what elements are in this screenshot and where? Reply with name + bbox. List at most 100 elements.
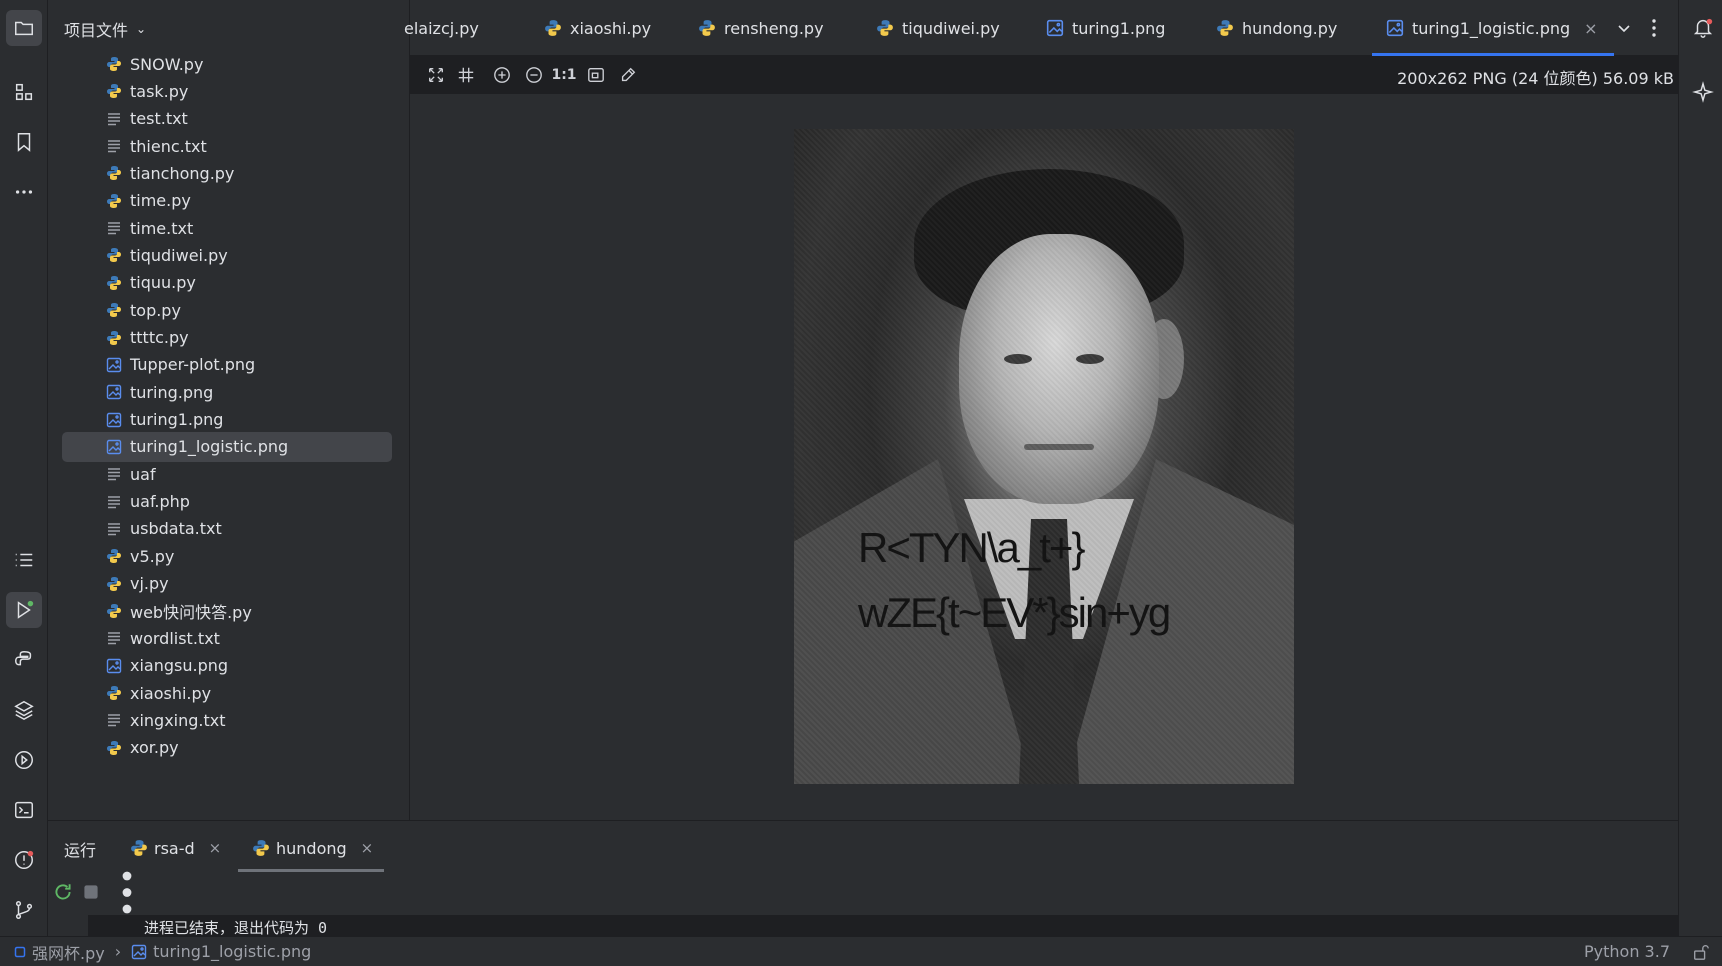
file-name: time.py <box>130 191 191 211</box>
run-panel: 运行 rsa-d × hundong × 进程已结束，退出代码为 0 <box>48 820 1678 937</box>
file-item[interactable]: xiaoshi.py <box>62 678 392 708</box>
file-item[interactable]: v5.py <box>62 541 392 571</box>
todo-list-icon[interactable] <box>6 542 42 578</box>
chevron-down-icon[interactable] <box>1614 18 1634 38</box>
project-folder-icon[interactable] <box>6 10 42 46</box>
file-name: time.txt <box>130 218 194 238</box>
file-item[interactable]: SNOW.py <box>62 49 392 79</box>
file-name: tianchong.py <box>130 163 235 183</box>
editor-tab[interactable]: rensheng.py <box>698 0 824 56</box>
file-item[interactable]: turing.png <box>62 377 392 407</box>
editor-tab[interactable]: elaizcj.py <box>404 0 479 56</box>
editor-tab[interactable]: tiqudiwei.py <box>876 0 1000 56</box>
image-file-icon <box>106 658 122 674</box>
console-output[interactable]: 进程已结束，退出代码为 0 <box>88 915 1678 937</box>
file-item[interactable]: tianchong.py <box>62 158 392 188</box>
lock-icon[interactable] <box>1692 943 1710 961</box>
file-item[interactable]: turing1.png <box>62 405 392 435</box>
breadcrumb-item[interactable]: 强网杯.py <box>14 940 105 964</box>
python-file-icon <box>876 19 902 37</box>
grid-icon[interactable] <box>454 63 478 87</box>
run-tab-label: hundong <box>276 838 347 858</box>
editor-tab[interactable]: xiaoshi.py <box>544 0 651 56</box>
file-item[interactable]: time.py <box>62 186 392 216</box>
file-name: Tupper-plot.png <box>130 355 256 375</box>
breadcrumb-item[interactable]: turing1_logistic.png <box>131 942 311 961</box>
editor-tab[interactable]: turing1_logistic.png × <box>1372 0 1614 56</box>
image-file-icon <box>106 412 122 428</box>
breadcrumb-label: 强网杯.py <box>32 943 105 963</box>
file-item[interactable]: tiqudiwei.py <box>62 240 392 270</box>
file-item[interactable]: web快问快答.py <box>62 596 392 626</box>
python-file-icon <box>106 83 122 99</box>
file-item[interactable]: wordlist.txt <box>62 623 392 653</box>
python-file-icon <box>106 165 122 181</box>
file-name: ttttc.py <box>130 328 189 347</box>
image-toolbar: 1:1 200x262 PNG (24 位颜色) 56.09 kB <box>410 56 1678 94</box>
text-file-icon <box>106 630 122 646</box>
problems-icon[interactable] <box>6 842 42 878</box>
tab-label: rensheng.py <box>724 18 824 38</box>
zoom-out-icon[interactable] <box>522 63 546 87</box>
zoom-in-icon[interactable] <box>490 63 514 87</box>
python-file-icon <box>106 330 122 346</box>
close-icon[interactable]: × <box>1584 19 1597 38</box>
text-file-icon <box>106 111 122 127</box>
interpreter-label[interactable]: Python 3.7 <box>1584 942 1670 961</box>
breadcrumb: 强网杯.py › turing1_logistic.png <box>0 940 311 964</box>
more-tools-icon[interactable] <box>6 174 42 210</box>
file-item[interactable]: xor.py <box>62 733 392 763</box>
file-item[interactable]: xiangsu.png <box>62 651 392 681</box>
tab-label: elaizcj.py <box>404 18 479 38</box>
fit-zoom-icon[interactable] <box>424 63 448 87</box>
structure-icon[interactable] <box>6 74 42 110</box>
python-file-icon <box>698 19 724 37</box>
project-title: 项目文件 <box>64 21 129 40</box>
file-name: turing1.png <box>130 410 224 430</box>
file-item[interactable]: top.py <box>62 295 392 325</box>
file-item[interactable]: thienc.txt <box>62 131 392 161</box>
stop-icon[interactable] <box>80 881 102 903</box>
rerun-icon[interactable] <box>52 881 74 903</box>
python-file-icon <box>252 839 276 857</box>
services-icon[interactable] <box>6 742 42 778</box>
run-icon[interactable] <box>6 592 42 628</box>
status-bar: 强网杯.py › turing1_logistic.png Python 3.7 <box>0 936 1722 966</box>
python-console-icon[interactable] <box>6 642 42 678</box>
file-item[interactable]: test.txt <box>62 104 392 134</box>
file-item[interactable]: Tupper-plot.png <box>62 350 392 380</box>
file-item[interactable]: vj.py <box>62 569 392 599</box>
chevron-down-icon[interactable]: ⌄ <box>136 22 146 36</box>
tab-options-icon[interactable] <box>1650 16 1658 40</box>
file-item[interactable]: uaf <box>62 459 392 489</box>
file-item[interactable]: uaf.php <box>62 487 392 517</box>
close-icon[interactable]: × <box>209 839 222 857</box>
editor-tab[interactable]: hundong.py <box>1216 0 1337 56</box>
editor-tab[interactable]: turing1.png <box>1046 0 1165 56</box>
notifications-icon[interactable] <box>1685 10 1721 46</box>
file-item[interactable]: time.txt <box>62 213 392 243</box>
image-file-icon <box>106 384 122 400</box>
file-item[interactable]: tiquu.py <box>62 268 392 298</box>
color-picker-icon[interactable] <box>616 63 640 87</box>
actual-size-button[interactable]: 1:1 <box>551 63 576 87</box>
run-options-icon[interactable] <box>116 871 138 913</box>
file-item[interactable]: ttttc.py <box>62 323 392 353</box>
run-tab[interactable]: rsa-d × <box>130 831 221 865</box>
close-icon[interactable]: × <box>361 839 374 857</box>
terminal-icon[interactable] <box>6 792 42 828</box>
run-tab[interactable]: hundong × <box>252 831 373 865</box>
ai-assistant-icon[interactable] <box>1685 74 1721 110</box>
python-file-icon <box>130 839 154 857</box>
file-item[interactable]: turing1_logistic.png <box>62 431 392 462</box>
layers-icon[interactable] <box>6 692 42 728</box>
python-file-icon <box>106 247 122 263</box>
file-item[interactable]: usbdata.txt <box>62 514 392 544</box>
tab-label: turing1_logistic.png <box>1412 18 1571 38</box>
git-branch-icon[interactable] <box>6 892 42 928</box>
file-item[interactable]: task.py <box>62 76 392 106</box>
left-tool-strip <box>0 0 48 936</box>
bookmark-icon[interactable] <box>6 124 42 160</box>
fit-window-icon[interactable] <box>584 63 608 87</box>
file-item[interactable]: xingxing.txt <box>62 705 392 735</box>
